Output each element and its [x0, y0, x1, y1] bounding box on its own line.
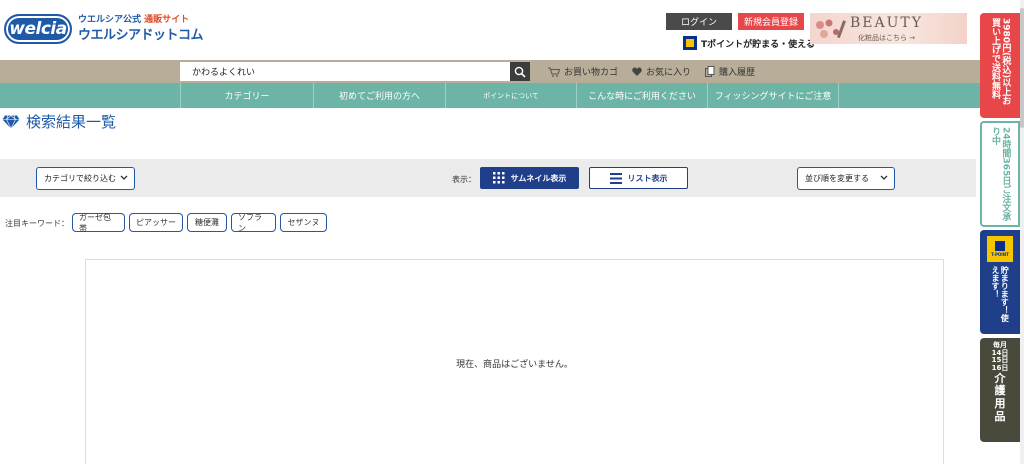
header-links: お買い物カゴ お気に入り 購入履歴 — [548, 62, 769, 81]
nav-item-first-time[interactable]: 初めてご利用の方へ — [313, 83, 445, 108]
sort-dropdown[interactable]: 並び順を変更する — [797, 167, 895, 190]
free-shipping-text: 3980円(税込)以上お買い上げで送料無料 — [990, 18, 1011, 106]
nav-item-points[interactable]: ポイントについて — [445, 83, 576, 108]
site-logo[interactable]: welcia ウエルシア公式 通販サイト ウエルシアドットコム — [4, 14, 204, 44]
scrollbar-thumb[interactable] — [1020, 8, 1024, 128]
tpoint-badge-text: T-POINT — [991, 252, 1009, 257]
keyword-list: ガーゼ包帯 ピアッサー 糖便灘 ソフラン セザンヌ — [72, 213, 331, 233]
care-title-text: 介護用品 — [994, 371, 1006, 423]
main-nav: カテゴリー 初めてご利用の方へ ポイントについて こんな時にご利用ください フィ… — [0, 83, 1024, 108]
logo-badge: welcia — [4, 14, 72, 44]
favorites-link[interactable]: お気に入り — [632, 65, 691, 78]
search-icon — [514, 66, 526, 78]
diamond-icon — [2, 114, 20, 129]
keyword-tag[interactable]: ガーゼ包帯 — [72, 213, 125, 233]
logo-sub-b: 通販サイト — [144, 15, 190, 25]
site-header: welcia ウエルシア公式 通販サイト ウエルシアドットコム ログイン 新規会… — [0, 0, 1024, 60]
tpoint-badge-icon — [995, 241, 1005, 251]
beauty-title: BEAUTY — [850, 15, 923, 31]
tpoint-icon — [683, 36, 697, 50]
search-input[interactable] — [180, 62, 510, 81]
login-button[interactable]: ログイン — [666, 13, 732, 30]
nav-item-usage[interactable]: こんな時にご利用ください — [576, 83, 707, 108]
category-filter-label: カテゴリで絞り込む — [44, 174, 116, 183]
heart-icon — [632, 67, 642, 76]
category-filter-dropdown[interactable]: カテゴリで絞り込む — [36, 167, 135, 190]
list-view-button[interactable]: リスト表示 — [589, 167, 688, 189]
empty-result-message: 現在、商品はございません。 — [456, 360, 573, 370]
thumbnail-view-button[interactable]: サムネイル表示 — [480, 167, 579, 189]
cart-link[interactable]: お買い物カゴ — [548, 65, 618, 78]
free-shipping-tab[interactable]: 3980円(税込)以上お買い上げで送料無料 — [980, 13, 1020, 118]
open-24h-tab[interactable]: 24時間365日ご注文承り中 — [980, 121, 1020, 227]
list-view-label: リスト表示 — [627, 173, 668, 183]
page-title: 検索結果一覧 — [2, 111, 116, 132]
nav-items: カテゴリー 初めてご利用の方へ ポイントについて こんな時にご利用ください フィ… — [180, 83, 839, 108]
beauty-banner[interactable]: BEAUTY 化粧品はこちら → — [810, 13, 967, 44]
tpoint-side-text: 貯まります！使えます！ — [991, 266, 1010, 322]
page-title-text: 検索結果一覧 — [26, 113, 117, 131]
favorites-label: お気に入り — [646, 68, 692, 78]
open-24h-text: 24時間365日ご注文承り中 — [990, 127, 1011, 222]
page: welcia ウエルシア公式 通販サイト ウエルシアドットコム ログイン 新規会… — [0, 0, 1024, 464]
keyword-tag[interactable]: ソフラン — [231, 213, 276, 233]
cart-icon — [548, 67, 560, 77]
logo-text: ウエルシア公式 通販サイト ウエルシアドットコム — [78, 16, 204, 43]
cosmetics-icon — [816, 19, 846, 39]
logo-main-text: ウエルシアドットコム — [78, 28, 204, 43]
tpoint-tab[interactable]: T-POINT 貯まります！使えます！ — [980, 230, 1020, 334]
tpoint-text: Tポイントが貯まる・使える — [701, 39, 815, 50]
tpoint-notice[interactable]: Tポイントが貯まる・使える — [683, 36, 815, 50]
keyword-label: 注目キーワード： — [5, 219, 69, 228]
register-button[interactable]: 新規会員登録 — [738, 13, 804, 30]
history-label: 購入履歴 — [719, 68, 756, 78]
search-button[interactable] — [510, 62, 530, 81]
thumbnail-view-label: サムネイル表示 — [510, 173, 567, 183]
care-day-text: 毎月14日15日16日 — [991, 341, 1009, 373]
keyword-tag[interactable]: 糖便灘 — [187, 213, 227, 232]
tpoint-badge: T-POINT — [987, 236, 1013, 262]
result-list: 現在、商品はございません。 — [85, 259, 944, 464]
history-link[interactable]: 購入履歴 — [705, 65, 755, 78]
cart-label: お買い物カゴ — [564, 68, 619, 78]
copy-icon — [705, 66, 715, 77]
chevron-down-icon — [120, 175, 128, 180]
view-label: 表示： — [452, 175, 476, 184]
logo-subtitle: ウエルシア公式 通販サイト — [78, 16, 203, 25]
beauty-subtitle: 化粧品はこちら → — [858, 34, 916, 42]
sort-label: 並び順を変更する — [805, 174, 869, 183]
nav-item-phishing[interactable]: フィッシングサイトにご注意 — [707, 83, 839, 108]
logo-sub-a: ウエルシア公式 — [78, 15, 142, 25]
keyword-tag[interactable]: セザンヌ — [280, 213, 327, 232]
keyword-tag[interactable]: ピアッサー — [129, 213, 183, 232]
chevron-down-icon — [880, 175, 888, 180]
list-icon — [609, 172, 622, 184]
nav-item-category[interactable]: カテゴリー — [180, 83, 313, 108]
grid-icon — [492, 172, 505, 184]
care-goods-tab[interactable]: 毎月14日15日16日 介護用品 — [980, 338, 1020, 442]
